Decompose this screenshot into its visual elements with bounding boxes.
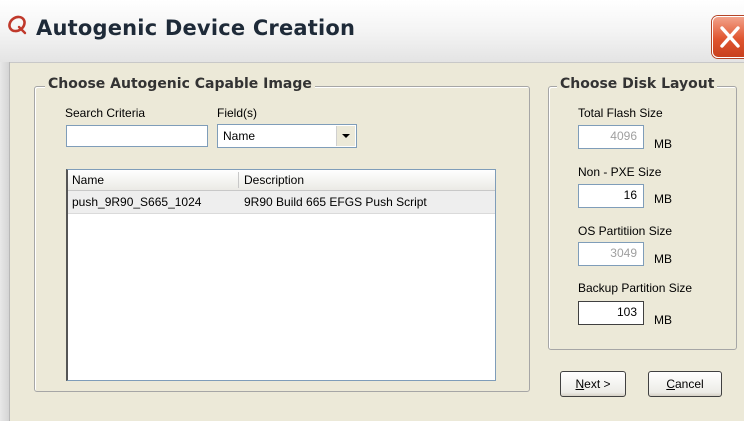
backup-partition-label: Backup Partition Size	[578, 281, 693, 295]
next-button[interactable]: Next >	[560, 371, 626, 397]
window-title: Autogenic Device Creation	[36, 16, 356, 40]
close-icon	[720, 26, 740, 48]
list-header: Name Description	[68, 170, 495, 191]
search-criteria-label: Search Criteria	[65, 106, 146, 120]
os-partition-unit: MB	[654, 252, 672, 266]
app-logo-icon	[4, 11, 30, 37]
backup-partition-input[interactable]: 103	[578, 301, 644, 325]
fields-dropdown-button[interactable]	[336, 126, 355, 146]
cancel-button-mnemonic: C	[666, 377, 675, 391]
column-header-name[interactable]: Name	[72, 173, 104, 187]
non-pxe-unit: MB	[654, 192, 672, 206]
total-flash-unit: MB	[654, 137, 672, 151]
image-group-title: Choose Autogenic Capable Image	[45, 76, 315, 92]
total-flash-label: Total Flash Size	[578, 106, 663, 120]
column-header-description[interactable]: Description	[244, 173, 304, 187]
table-row[interactable]: push_9R90_S665_1024 9R90 Build 665 EFGS …	[68, 191, 495, 214]
non-pxe-label: Non - PXE Size	[578, 165, 662, 179]
next-button-label: ext >	[584, 377, 611, 391]
cancel-button[interactable]: Cancel	[648, 371, 722, 397]
backup-partition-unit: MB	[654, 313, 672, 327]
next-button-mnemonic: N	[575, 377, 585, 391]
image-list[interactable]: Name Description push_9R90_S665_1024 9R9…	[66, 169, 496, 381]
non-pxe-input[interactable]: 16	[578, 184, 644, 208]
window-left-edge	[0, 62, 10, 421]
chevron-down-icon	[342, 134, 350, 138]
autogenic-device-creation-window: Autogenic Device Creation Choose Autogen…	[0, 0, 744, 421]
row-description-cell: 9R90 Build 665 EFGS Push Script	[244, 195, 427, 209]
total-flash-input: 4096	[578, 125, 644, 149]
row-name-cell: push_9R90_S665_1024	[72, 195, 202, 209]
title-bar: Autogenic Device Creation	[0, 0, 744, 63]
search-criteria-input[interactable]	[66, 125, 208, 147]
os-partition-label: OS Partitiion Size	[578, 224, 673, 238]
column-divider[interactable]	[238, 172, 239, 188]
os-partition-input: 3049	[578, 242, 644, 266]
fields-select-value: Name	[223, 129, 256, 143]
fields-select[interactable]: Name	[217, 124, 357, 148]
fields-label: Field(s)	[217, 106, 258, 120]
close-button[interactable]	[712, 16, 744, 58]
cancel-button-label: ancel	[674, 377, 704, 391]
disk-layout-title: Choose Disk Layout	[557, 76, 718, 92]
